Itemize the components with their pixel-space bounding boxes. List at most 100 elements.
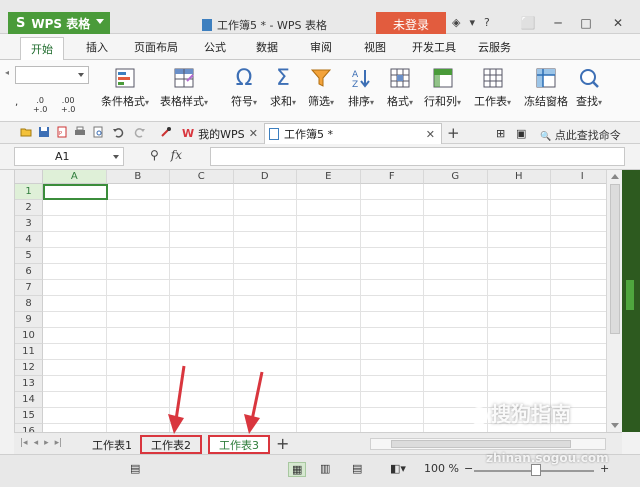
- row-header[interactable]: 12: [15, 360, 43, 376]
- macro-record-icon[interactable]: ▤: [130, 462, 140, 475]
- side-panel-handle[interactable]: [626, 280, 634, 310]
- formula-input[interactable]: [210, 147, 625, 166]
- first-sheet-icon[interactable]: |◂: [20, 438, 28, 448]
- format-button[interactable]: 格式▾: [387, 66, 413, 109]
- sum-button[interactable]: Σ 求和▾: [270, 66, 296, 109]
- table-style-button[interactable]: 表格样式▾: [160, 66, 208, 109]
- column-header[interactable]: A: [43, 170, 107, 184]
- row-header[interactable]: 15: [15, 408, 43, 424]
- tab-start[interactable]: 开始: [20, 37, 64, 61]
- sheet-tab-3[interactable]: 工作表3: [208, 435, 270, 454]
- save-icon[interactable]: [38, 126, 50, 138]
- page-layout-view-icon[interactable]: ▥: [320, 462, 330, 475]
- new-tab-button[interactable]: +: [447, 124, 460, 142]
- tab-view[interactable]: 视图: [364, 39, 386, 55]
- skin-icon[interactable]: ◈: [452, 16, 460, 29]
- customize-toolbar-icon[interactable]: [160, 126, 172, 138]
- open-folder-icon[interactable]: [20, 126, 32, 138]
- row-header[interactable]: 10: [15, 328, 43, 344]
- layout-icon[interactable]: ▣: [516, 127, 526, 140]
- sort-button[interactable]: AZ 排序▾: [348, 66, 374, 109]
- name-box[interactable]: A1: [14, 147, 124, 166]
- vertical-scroll-thumb[interactable]: [610, 184, 620, 334]
- column-header[interactable]: I: [551, 170, 606, 184]
- print-preview-icon[interactable]: [92, 126, 104, 138]
- login-button[interactable]: 未登录: [376, 12, 446, 36]
- export-pdf-icon[interactable]: P: [56, 126, 68, 138]
- zoom-value[interactable]: 100 %: [424, 462, 459, 475]
- spreadsheet-grid[interactable]: A B C D E F G H I 1 2 3 4 5 6 7 8 9 10 11 12 13 14 15 16: [14, 170, 606, 432]
- column-header[interactable]: B: [106, 170, 170, 184]
- scroll-up-icon[interactable]: [611, 174, 619, 179]
- increase-decimal-button[interactable]: .0 +.0: [33, 96, 47, 114]
- decrease-decimal-button[interactable]: .00 +.0: [61, 96, 75, 114]
- tab-page-layout[interactable]: 页面布局: [134, 39, 178, 55]
- normal-view-icon[interactable]: ▦: [288, 462, 307, 477]
- row-header[interactable]: 7: [15, 280, 43, 296]
- row-header[interactable]: 1: [15, 184, 43, 200]
- restore-icon[interactable]: ─: [544, 12, 572, 34]
- eye-protect-icon[interactable]: ◧▾: [390, 462, 406, 475]
- minimize-icon[interactable]: ⬜: [514, 12, 542, 34]
- insert-function-icon[interactable]: fx: [171, 148, 182, 162]
- page-break-view-icon[interactable]: ▤: [352, 462, 362, 475]
- shirt-icon[interactable]: ▾: [469, 16, 475, 29]
- column-header[interactable]: G: [424, 170, 488, 184]
- horizontal-scroll-thumb[interactable]: [391, 440, 571, 448]
- undo-icon[interactable]: [112, 126, 124, 138]
- zoom-search-icon[interactable]: ⚲: [150, 148, 159, 162]
- close-icon[interactable]: ✕: [249, 127, 258, 140]
- help-icon[interactable]: ?: [484, 16, 490, 29]
- add-sheet-button[interactable]: +: [276, 434, 289, 453]
- column-header[interactable]: C: [170, 170, 234, 184]
- active-cell[interactable]: [43, 184, 108, 200]
- tab-data[interactable]: 数据: [256, 39, 278, 55]
- scroll-down-icon[interactable]: [611, 423, 619, 428]
- doc-tab-my-wps[interactable]: W 我的WPS ✕: [178, 123, 264, 144]
- redo-icon[interactable]: [134, 126, 146, 138]
- row-header[interactable]: 8: [15, 296, 43, 312]
- close-icon[interactable]: ✕: [426, 128, 435, 141]
- select-all-corner[interactable]: [15, 170, 43, 184]
- sheet-tab-2[interactable]: 工作表2: [140, 435, 202, 454]
- comma-style-icon[interactable]: ,: [15, 98, 18, 108]
- row-header[interactable]: 14: [15, 392, 43, 408]
- next-sheet-icon[interactable]: ▸: [44, 438, 49, 448]
- tab-insert[interactable]: 插入: [86, 39, 108, 55]
- zoom-out-icon[interactable]: −: [464, 462, 473, 475]
- tab-developer[interactable]: 开发工具: [412, 39, 456, 55]
- sheet-tab-1[interactable]: 工作表1: [86, 435, 138, 454]
- row-header[interactable]: 2: [15, 200, 43, 216]
- freeze-pane-button[interactable]: 冻结窗格: [524, 66, 568, 109]
- symbol-button[interactable]: Ω 符号▾: [231, 66, 257, 109]
- tab-formula[interactable]: 公式: [204, 39, 226, 55]
- row-header[interactable]: 3: [15, 216, 43, 232]
- conditional-format-button[interactable]: 条件格式▾: [101, 66, 149, 109]
- column-header[interactable]: E: [297, 170, 361, 184]
- row-header[interactable]: 4: [15, 232, 43, 248]
- number-format-select[interactable]: [15, 66, 89, 84]
- horizontal-scrollbar[interactable]: [370, 438, 606, 450]
- worksheet-button[interactable]: 工作表▾: [474, 66, 511, 109]
- vertical-scrollbar[interactable]: [606, 170, 622, 432]
- row-header[interactable]: 11: [15, 344, 43, 360]
- ribbon-scroll-left-icon[interactable]: ◂: [2, 68, 12, 114]
- maximize-icon[interactable]: □: [572, 12, 600, 34]
- column-header[interactable]: D: [233, 170, 297, 184]
- row-header[interactable]: 5: [15, 248, 43, 264]
- doc-settings-icon[interactable]: ⊞: [496, 127, 505, 140]
- row-col-button[interactable]: 行和列▾: [424, 66, 461, 109]
- column-header[interactable]: H: [487, 170, 551, 184]
- tab-cloud[interactable]: 云服务: [478, 39, 511, 55]
- find-button[interactable]: 查找▾: [576, 66, 602, 109]
- print-icon[interactable]: [74, 126, 86, 138]
- column-header[interactable]: F: [360, 170, 424, 184]
- filter-button[interactable]: 筛选▾: [308, 66, 334, 109]
- command-search[interactable]: 🔍 点此查找命令: [540, 127, 621, 143]
- prev-sheet-icon[interactable]: ◂: [34, 438, 39, 448]
- row-header[interactable]: 9: [15, 312, 43, 328]
- zoom-slider-handle[interactable]: [531, 464, 541, 476]
- row-header[interactable]: 13: [15, 376, 43, 392]
- row-header[interactable]: 6: [15, 264, 43, 280]
- row-header[interactable]: 16: [15, 424, 43, 432]
